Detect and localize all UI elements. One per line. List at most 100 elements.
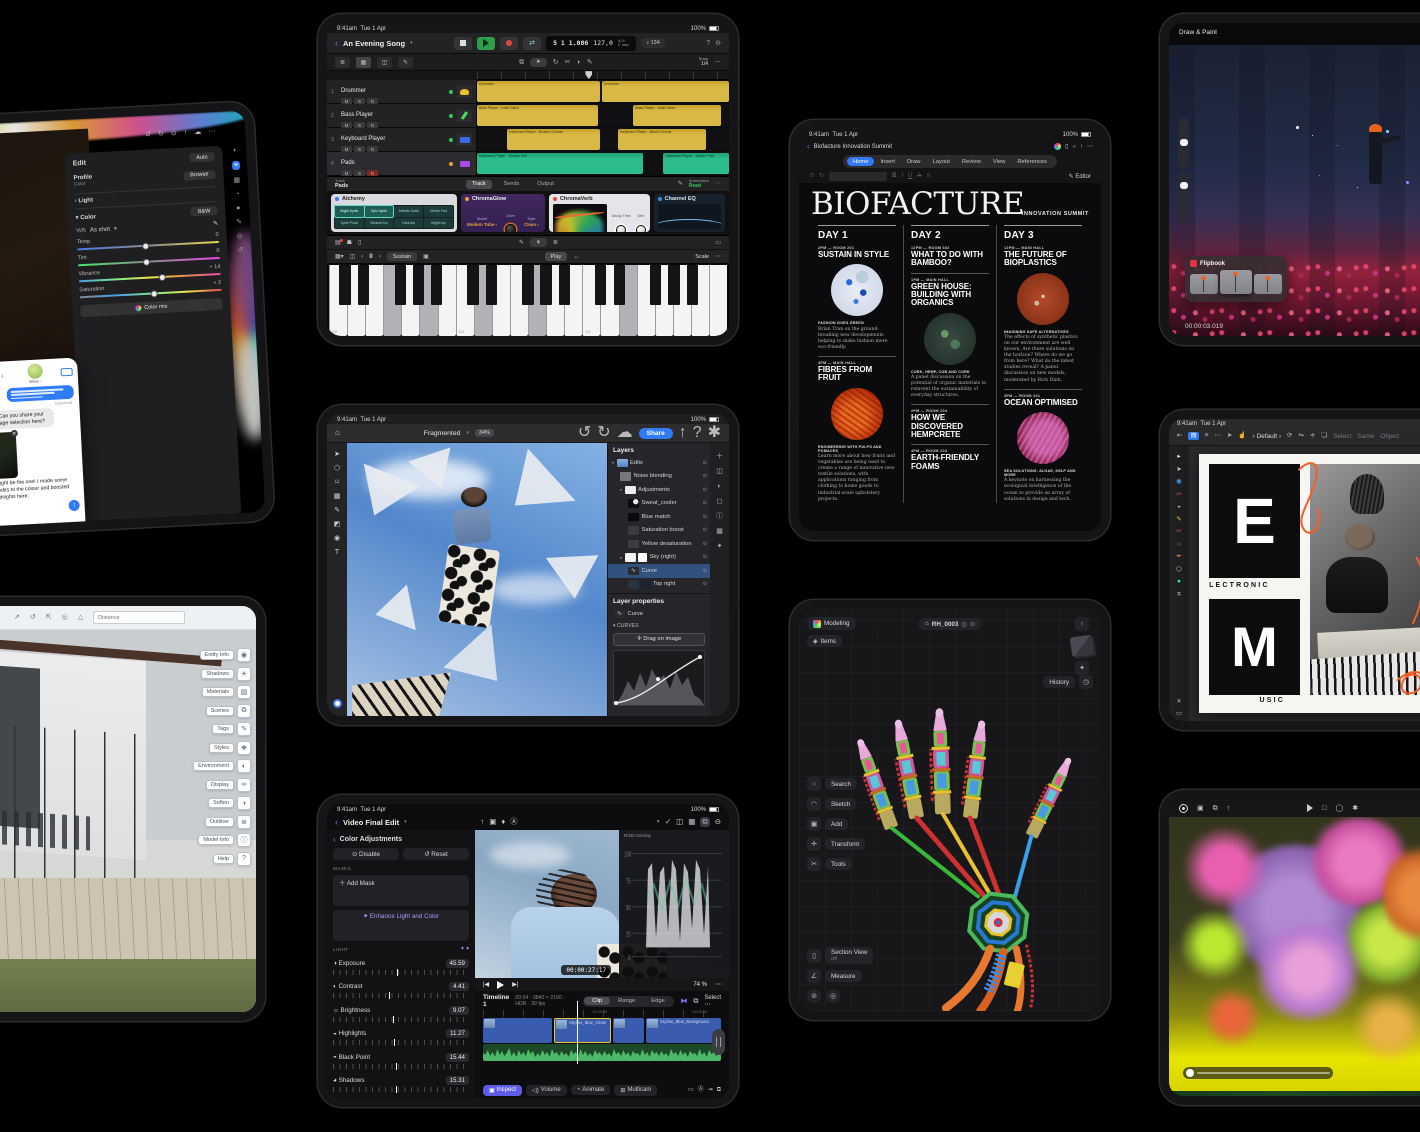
tool-transform[interactable]: ✛Transform: [807, 837, 865, 851]
node-icon[interactable]: ☝: [1238, 433, 1246, 440]
automation-mode[interactable]: AutomationRead: [689, 179, 709, 189]
select-menu[interactable]: Select ⋯: [704, 995, 721, 1008]
versions-icon[interactable]: ↺: [237, 247, 243, 254]
plugin-alchemy[interactable]: Alchemy Bright SynthEpic SynthMetallic S…: [331, 194, 457, 232]
cycle-button[interactable]: ⇄: [523, 37, 541, 50]
facetime-icon[interactable]: [60, 368, 72, 377]
lock-icon[interactable]: ▣: [1197, 805, 1204, 812]
lasso-tool-icon[interactable]: ⬡: [334, 465, 340, 472]
poster-canvas[interactable]: E LECTRONIC M USIC: [1189, 446, 1420, 721]
editor-button[interactable]: ✎ Editor: [1069, 173, 1091, 180]
mic-icon[interactable]: ♦: [501, 818, 505, 826]
layer-row-yellow-desat[interactable]: Yellow desaturation⊙: [608, 537, 710, 551]
clipboard-icon[interactable]: ▯: [358, 240, 361, 246]
region[interactable]: Bass Player - Indie Disco: [477, 105, 598, 126]
record-icon[interactable]: [1179, 804, 1188, 813]
undo-icon[interactable]: ↺: [30, 614, 36, 621]
align-icon[interactable]: ≑: [1310, 433, 1315, 440]
prev-frame-icon[interactable]: |◀: [483, 982, 489, 988]
select-tool-icon[interactable]: ▸: [1177, 454, 1180, 461]
grid-icon[interactable]: ▦: [716, 528, 723, 535]
share-icon[interactable]: ↗: [14, 614, 20, 621]
help-icon[interactable]: ?: [706, 40, 710, 47]
redo-icon[interactable]: ↻: [597, 425, 610, 441]
info-icon[interactable]: ⊙: [171, 130, 177, 137]
blackpoint-slider[interactable]: ◓ Black Point15.44: [333, 1050, 469, 1070]
tab-edge[interactable]: Edge: [643, 997, 673, 1005]
redo-icon[interactable]: ↻: [158, 131, 164, 138]
loop-icon[interactable]: ◯: [1335, 805, 1343, 812]
menu-icon[interactable]: ≡: [1205, 433, 1209, 440]
tool-sketch[interactable]: ◠Sketch: [807, 797, 865, 811]
delete-icon[interactable]: ▭: [688, 1087, 694, 1093]
flip-icon[interactable]: ⇋: [1298, 433, 1303, 440]
move-tool-icon[interactable]: ➤: [334, 451, 340, 458]
back-chevron-icon[interactable]: ‹: [335, 38, 338, 48]
piano-black-key[interactable]: [486, 265, 497, 305]
animation-frame[interactable]: [1254, 274, 1282, 294]
brightness-slider[interactable]: ☼ Brightness9.07: [333, 1003, 469, 1023]
panel-shadows[interactable]: Shadows☀: [201, 667, 251, 681]
timeline-clip[interactable]: [613, 1018, 644, 1043]
automation-view-icon[interactable]: ✎: [398, 57, 413, 68]
region[interactable]: Drummer: [602, 81, 729, 102]
sustain-button[interactable]: Sustain: [387, 252, 417, 261]
tab-view[interactable]: View: [987, 157, 1011, 166]
visibility-icon[interactable]: ⊙: [703, 460, 707, 466]
tab-draw[interactable]: Draw: [901, 157, 927, 166]
temp-slider[interactable]: Temp0: [77, 232, 219, 250]
exposure-slider[interactable]: ◑ Exposure45.59: [333, 956, 469, 976]
underline-icon[interactable]: U: [908, 173, 912, 179]
connect-icon[interactable]: ⧓: [680, 997, 687, 1005]
brush-size-slider[interactable]: [1178, 118, 1189, 168]
comments-icon[interactable]: ◻: [717, 498, 723, 505]
fill-tool-icon[interactable]: ●: [1177, 579, 1181, 586]
more-icon[interactable]: ⋯: [715, 181, 721, 187]
timeline-clip[interactable]: Skyline_Blue_Background: [646, 1018, 721, 1043]
timeline-clip[interactable]: [483, 1018, 552, 1043]
piano-key[interactable]: [709, 265, 727, 336]
visibility-icon[interactable]: ⊙: [703, 554, 707, 560]
panel-soften[interactable]: Soften◑: [208, 796, 251, 810]
history-button[interactable]: History: [1043, 676, 1075, 688]
distance-input[interactable]: [93, 611, 185, 624]
browse-button[interactable]: Browse: [183, 170, 216, 181]
brush-tool-icon[interactable]: ✎: [334, 507, 340, 514]
grid-tool-icon[interactable]: ⌗: [1177, 592, 1181, 599]
piano-black-key[interactable]: [467, 265, 478, 305]
color-section[interactable]: ▾ Color: [75, 213, 96, 221]
photoshop-canvas[interactable]: [347, 443, 607, 716]
piano-black-key[interactable]: [540, 265, 551, 305]
panel-display[interactable]: Display∞: [206, 778, 251, 792]
panel-model-info[interactable]: Model Infoⓘ: [198, 833, 251, 847]
visibility-icon[interactable]: ⊙: [703, 527, 707, 533]
tracks-view-icon[interactable]: ≣: [335, 57, 350, 68]
timeline-ruler[interactable]: 00:00:30 00:00:45: [483, 1010, 721, 1017]
multiview-icon[interactable]: ◫: [676, 818, 683, 826]
scopes-icon[interactable]: ⧉: [700, 817, 709, 827]
select-label[interactable]: Select: [1333, 433, 1351, 440]
reset-button[interactable]: ↺ Reset: [403, 848, 469, 860]
back-chevron-icon[interactable]: ‹: [1, 371, 4, 380]
wet-knob[interactable]: Wet: [636, 204, 646, 232]
cloud-icon[interactable]: ☁: [194, 129, 201, 136]
vibrance-slider[interactable]: Vibrance+ 14: [78, 264, 220, 282]
append-icon[interactable]: ⧉: [717, 1087, 721, 1093]
color-swatch[interactable]: [333, 699, 342, 708]
heal-icon[interactable]: ●: [236, 205, 241, 212]
section-view-button[interactable]: ▯Section ViewOff: [807, 947, 873, 964]
tool-add[interactable]: ▣Add: [807, 817, 865, 831]
pen-tool-icon[interactable]: ✒: [1176, 554, 1181, 561]
zoom-tool-icon[interactable]: ○: [1177, 542, 1181, 549]
export-icon[interactable]: ↑: [679, 425, 687, 441]
settings-icon[interactable]: ✱: [708, 425, 721, 441]
tab-review[interactable]: Review: [956, 157, 987, 166]
layer-row-blue-match[interactable]: Blue match⊙: [608, 510, 710, 524]
add-layer-icon[interactable]: ＋: [716, 453, 723, 460]
panel-styles[interactable]: Styles❖: [209, 741, 251, 755]
song-title[interactable]: An Evening Song: [343, 39, 405, 48]
visibility-icon[interactable]: ⊙: [703, 500, 707, 506]
search-icon[interactable]: ○: [1072, 144, 1076, 150]
settings-icon[interactable]: ◎: [62, 614, 68, 621]
tab-output[interactable]: Output: [531, 180, 560, 189]
